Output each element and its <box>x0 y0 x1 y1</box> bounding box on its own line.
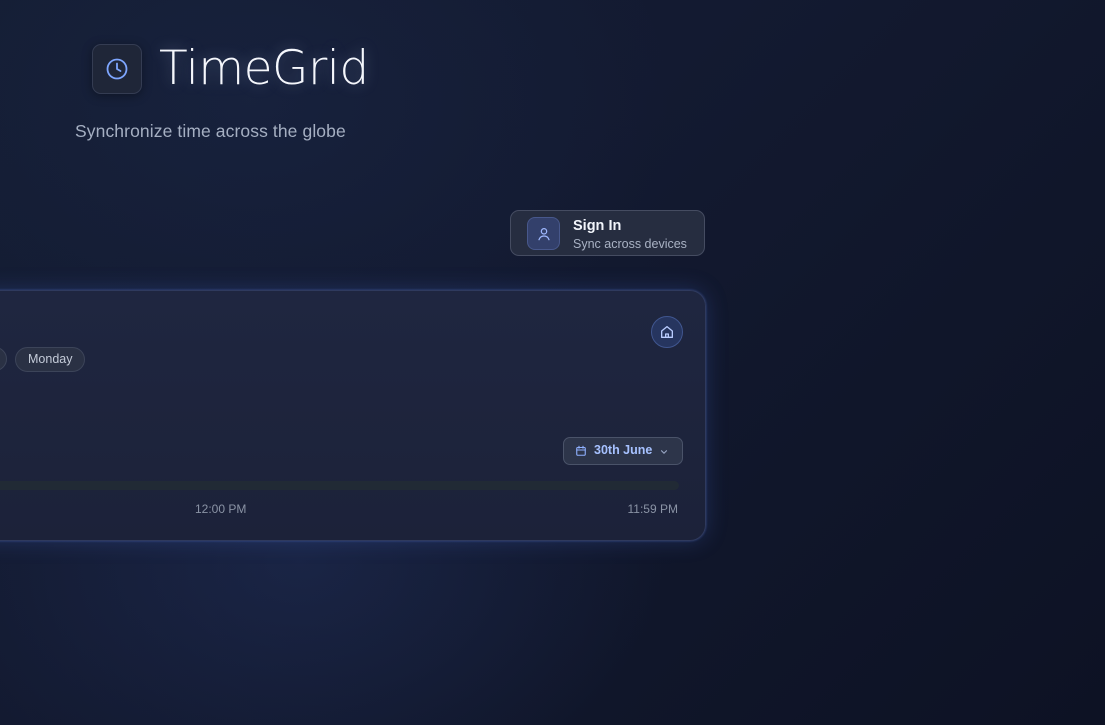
date-label: 30th June <box>594 443 653 457</box>
user-icon <box>537 227 550 240</box>
calendar-icon <box>576 445 586 456</box>
timeline-label-end: 11:59 PM <box>627 502 678 516</box>
clock-icon <box>106 58 128 80</box>
app-tagline: Synchronize time across the globe <box>75 121 346 141</box>
home-button[interactable] <box>651 316 683 348</box>
chevron-down-icon <box>660 450 668 454</box>
app-title: TimeGrid <box>159 41 369 96</box>
timezone-card: Monday 30th June 12:00 PM 11:59 PM <box>0 290 706 541</box>
timeline-label-noon: 12:00 PM <box>195 502 247 516</box>
signin-avatar <box>527 217 560 250</box>
app-logo <box>92 44 142 94</box>
home-icon <box>661 326 673 338</box>
date-picker-button[interactable]: 30th June <box>563 437 683 465</box>
day-chip: Monday <box>15 347 86 372</box>
timeline-slider[interactable] <box>0 481 679 490</box>
sign-in-button[interactable]: Sign In Sync across devices <box>510 210 705 256</box>
sign-in-title: Sign In <box>573 218 622 234</box>
previous-chip <box>0 347 7 371</box>
sign-in-subtitle: Sync across devices <box>573 237 687 251</box>
